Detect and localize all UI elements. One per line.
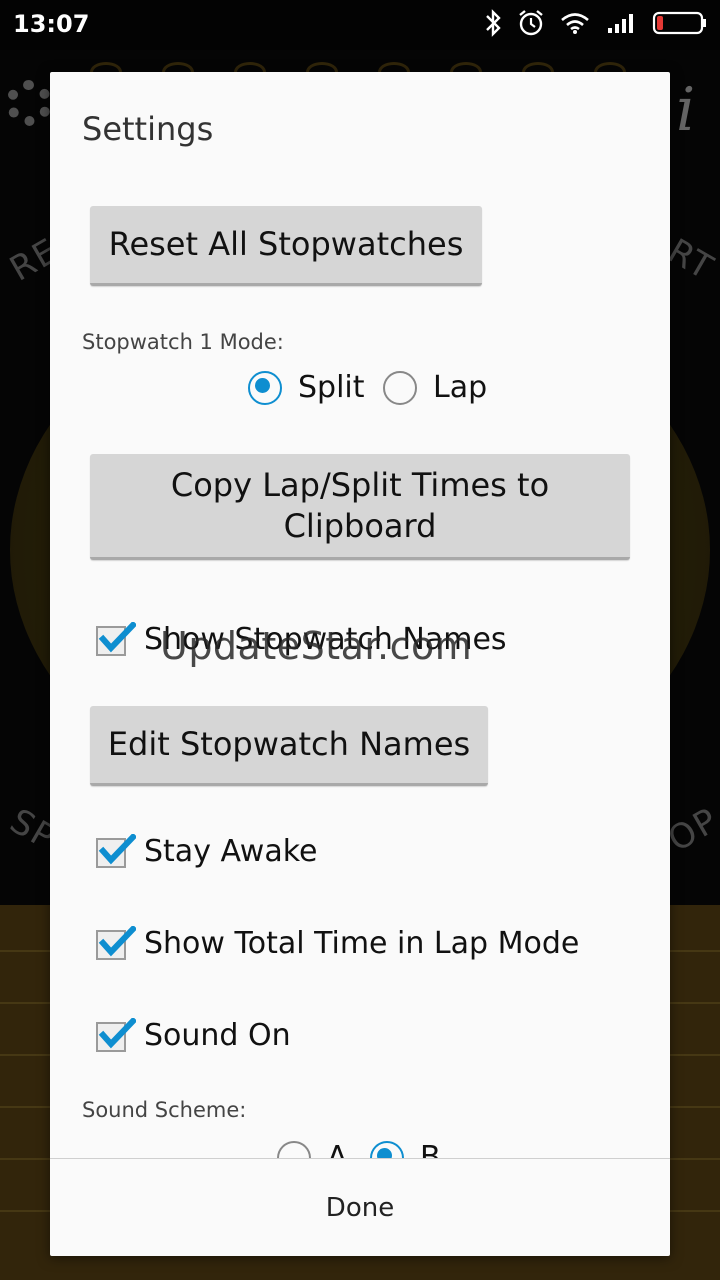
scheme-b-radio[interactable] [370,1140,404,1158]
split-radio[interactable] [248,370,282,405]
show-names-label: Show Stopwatch Names [144,622,507,657]
status-icons [484,9,708,37]
edit-stopwatch-names-button[interactable]: Edit Stopwatch Names [90,706,488,786]
done-button[interactable]: Done [50,1159,670,1256]
mode-option-lap[interactable]: Lap [383,370,487,405]
sound-on-label: Sound On [144,1018,291,1053]
copy-times-button[interactable]: Copy Lap/Split Times to Clipboard [90,454,630,560]
status-time: 13:07 [13,10,90,38]
stopwatch-mode-label: Stopwatch 1 Mode: [82,330,284,354]
stay-awake-row[interactable]: Stay Awake [96,833,318,869]
show-total-time-label: Show Total Time in Lap Mode [144,926,580,961]
split-label: Split [298,370,365,405]
alarm-icon [519,10,543,36]
battery-icon [652,11,706,35]
sound-scheme-option-b[interactable]: B [370,1140,441,1158]
show-names-row[interactable]: Show Stopwatch Names [96,621,507,657]
sound-scheme-option-a[interactable]: A [277,1140,348,1158]
signal-icon [608,14,633,33]
sound-on-row[interactable]: Sound On [96,1017,291,1053]
bluetooth-icon [486,9,501,37]
sound-on-checkbox[interactable] [96,1017,136,1052]
scheme-a-label: A [327,1140,348,1158]
lap-label: Lap [433,370,488,405]
dialog-title: Settings [82,110,214,148]
scheme-a-radio[interactable] [277,1140,311,1158]
mode-option-split[interactable]: Split [248,370,365,405]
show-total-time-checkbox[interactable] [96,925,136,960]
sound-scheme-label: Sound Scheme: [82,1098,247,1122]
lap-radio[interactable] [383,370,417,405]
scheme-b-label: B [420,1140,441,1158]
status-bar: 13:07 [0,0,720,50]
stay-awake-checkbox[interactable] [96,833,136,868]
show-names-checkbox[interactable] [96,621,136,656]
wifi-icon [561,13,589,34]
reset-all-stopwatches-button[interactable]: Reset All Stopwatches [90,206,482,286]
show-total-time-row[interactable]: Show Total Time in Lap Mode [96,925,580,961]
settings-scroll-area[interactable]: Settings Reset All Stopwatches Stopwatch… [50,72,670,1158]
stay-awake-label: Stay Awake [144,834,318,869]
settings-dialog: Settings Reset All Stopwatches Stopwatch… [50,72,670,1256]
